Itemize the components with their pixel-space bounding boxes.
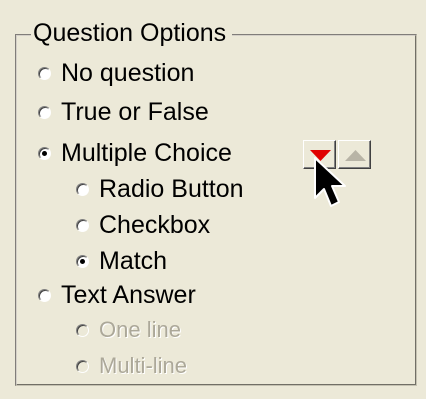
radio-no-question[interactable]: No question <box>38 58 194 88</box>
radio-indicator <box>38 66 51 80</box>
radio-text-answer[interactable]: Text Answer <box>38 280 196 310</box>
radio-indicator <box>38 288 51 302</box>
radio-label: True or False <box>61 98 209 126</box>
radio-checkbox[interactable]: Checkbox <box>76 210 210 240</box>
radio-indicator <box>76 359 89 373</box>
arrow-cursor-icon <box>314 157 346 207</box>
radio-indicator <box>38 105 51 119</box>
radio-match[interactable]: Match <box>76 246 167 276</box>
radio-label: Checkbox <box>99 211 211 239</box>
radio-label: One line <box>99 317 181 342</box>
radio-indicator <box>38 146 51 160</box>
group-title: Question Options <box>31 17 233 49</box>
radio-indicator <box>76 323 89 337</box>
radio-multiple-choice[interactable]: Multiple Choice <box>38 138 232 168</box>
radio-label: Text Answer <box>61 281 196 309</box>
radio-multi-line[interactable]: Multi-line <box>76 351 187 381</box>
radio-label: No question <box>61 59 195 87</box>
radio-label: Radio Button <box>99 175 244 203</box>
radio-radio-button[interactable]: Radio Button <box>76 174 244 204</box>
radio-indicator <box>76 218 89 232</box>
radio-true-or-false[interactable]: True or False <box>38 97 209 127</box>
radio-indicator <box>76 182 89 196</box>
radio-one-line[interactable]: One line <box>76 315 181 345</box>
radio-label: Multiple Choice <box>61 139 232 167</box>
radio-indicator <box>76 254 89 268</box>
radio-label: Multi-line <box>99 353 188 378</box>
radio-label: Match <box>99 247 168 275</box>
